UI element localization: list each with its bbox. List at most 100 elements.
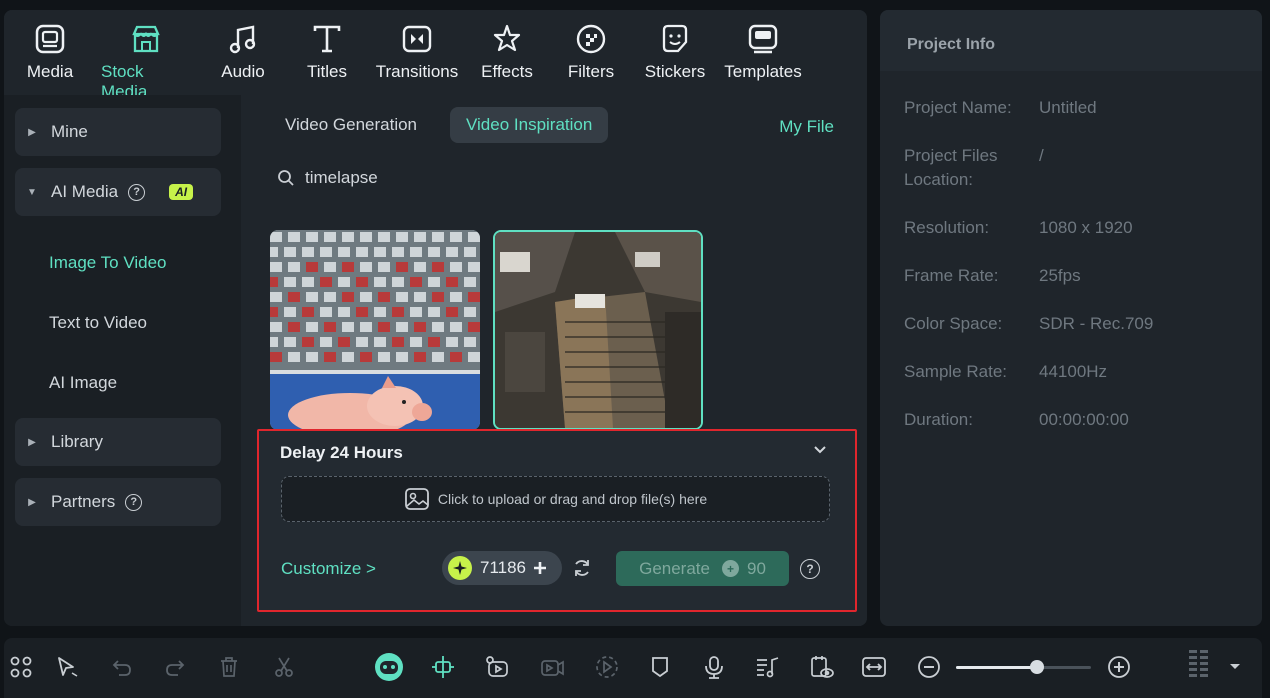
credits-value: 71186 bbox=[480, 558, 527, 577]
refresh-icon[interactable] bbox=[572, 558, 592, 578]
transitions-icon bbox=[402, 25, 432, 53]
video-effects-icon[interactable] bbox=[539, 654, 565, 680]
sidebar-item-image-to-video[interactable]: Image To Video bbox=[49, 253, 167, 273]
toolbar-label: Filters bbox=[567, 62, 615, 81]
video-thumbnail-selected[interactable] bbox=[493, 230, 703, 430]
toolbar-titles[interactable]: Titles bbox=[282, 22, 372, 82]
effects-icon bbox=[493, 24, 521, 52]
toolbar-label: Stickers bbox=[644, 62, 706, 81]
stickers-icon bbox=[662, 24, 688, 53]
stock-media-icon bbox=[132, 25, 160, 53]
help-icon[interactable]: ? bbox=[800, 559, 820, 579]
caret-right-icon: ▶ bbox=[28, 126, 36, 138]
caret-right-icon: ▶ bbox=[28, 436, 36, 448]
toolbar-media[interactable]: Media bbox=[5, 22, 95, 82]
microphone-icon[interactable] bbox=[701, 654, 727, 680]
project-info-header: Project Info bbox=[880, 10, 1262, 71]
credits-balance[interactable]: 71186 bbox=[442, 551, 562, 585]
fit-width-icon[interactable] bbox=[861, 654, 887, 680]
info-label: Duration: bbox=[904, 410, 973, 429]
sidebar-item-ai-media[interactable]: ▼ AI Media ? AI bbox=[15, 168, 221, 216]
info-value: 44100Hz bbox=[1039, 362, 1108, 381]
zoom-slider-fill bbox=[956, 666, 1037, 669]
credit-icon bbox=[448, 556, 472, 580]
caret-down-icon[interactable] bbox=[1222, 654, 1248, 680]
templates-icon bbox=[748, 24, 778, 54]
zoom-slider-handle[interactable] bbox=[1030, 660, 1044, 674]
toolbar-stock-media[interactable]: Stock Media bbox=[101, 22, 191, 102]
info-label: Resolution: bbox=[904, 218, 990, 237]
tab-video-generation[interactable]: Video Generation bbox=[269, 107, 433, 143]
generate-panel: Delay 24 Hours Click to upload or drag a… bbox=[257, 429, 857, 612]
add-credits-icon[interactable] bbox=[533, 561, 547, 575]
toolbar-effects[interactable]: Effects bbox=[462, 22, 552, 82]
zoom-in-icon[interactable] bbox=[1106, 654, 1132, 680]
zoom-slider[interactable] bbox=[956, 660, 1091, 674]
search-bar[interactable]: timelapse bbox=[277, 168, 378, 188]
filters-icon bbox=[576, 24, 606, 54]
upload-text: Click to upload or drag and drop file(s)… bbox=[437, 491, 708, 507]
info-value: 25fps bbox=[1039, 266, 1081, 285]
marker-icon[interactable] bbox=[647, 654, 673, 680]
video-thumbnail[interactable] bbox=[270, 230, 480, 430]
select-tool-icon[interactable] bbox=[54, 654, 80, 680]
template-title: Delay 24 Hours bbox=[280, 443, 403, 462]
image-upload-icon bbox=[404, 488, 429, 510]
info-value: 1080 x 1920 bbox=[1039, 218, 1133, 237]
zoom-out-icon[interactable] bbox=[916, 654, 942, 680]
chevron-down-icon[interactable] bbox=[813, 445, 827, 455]
toolbar-label: Templates bbox=[724, 62, 802, 81]
toolbar-filters[interactable]: Filters bbox=[546, 22, 636, 82]
caret-right-icon: ▶ bbox=[28, 496, 36, 508]
scissors-icon[interactable] bbox=[271, 654, 297, 680]
tab-video-inspiration[interactable]: Video Inspiration bbox=[450, 107, 609, 143]
info-label: Project Name: bbox=[904, 98, 1012, 117]
toolbar-label: Audio bbox=[221, 62, 265, 81]
sidebar-item-mine[interactable]: ▶ Mine bbox=[15, 108, 221, 156]
project-info-panel: Project Info Project Name: Untitled Proj… bbox=[880, 10, 1262, 626]
grid-menu-icon[interactable] bbox=[8, 654, 34, 680]
info-label: Color Space: bbox=[904, 314, 1003, 333]
my-file-link[interactable]: My File bbox=[779, 117, 834, 137]
customize-link[interactable]: Customize > bbox=[281, 559, 376, 579]
timeline-toolbar bbox=[4, 638, 1262, 698]
sidebar-item-label: Library bbox=[51, 432, 103, 451]
undo-icon[interactable] bbox=[109, 654, 135, 680]
generate-button[interactable]: Generate + 90 bbox=[616, 551, 789, 586]
help-icon[interactable]: ? bbox=[128, 183, 146, 201]
sidebar-item-label: Mine bbox=[51, 122, 88, 141]
ai-video-icon[interactable] bbox=[484, 654, 510, 680]
toolbar-audio[interactable]: Audio bbox=[198, 22, 288, 82]
city-aerial-image bbox=[495, 232, 701, 428]
toolbar-transitions[interactable]: Transitions bbox=[372, 22, 462, 82]
sidebar-item-label: AI Media bbox=[51, 182, 119, 201]
info-label: Sample Rate: bbox=[904, 362, 1007, 381]
sidebar-item-library[interactable]: ▶ Library bbox=[15, 418, 221, 466]
redo-icon[interactable] bbox=[162, 654, 188, 680]
toolbar-stickers[interactable]: Stickers bbox=[630, 22, 720, 82]
track-height-icon[interactable] bbox=[1184, 650, 1214, 680]
toolbar-templates[interactable]: Templates bbox=[718, 22, 808, 82]
sidebar-item-label: Partners bbox=[51, 492, 116, 511]
preview-render-icon[interactable] bbox=[808, 654, 834, 680]
upload-dropzone[interactable]: Click to upload or drag and drop file(s)… bbox=[281, 476, 830, 522]
sidebar: ▶ Mine ▼ AI Media ? AI Image To Video Te… bbox=[4, 95, 241, 626]
search-input[interactable]: timelapse bbox=[305, 168, 378, 188]
snap-icon[interactable] bbox=[430, 654, 456, 680]
media-icon bbox=[35, 24, 65, 54]
toolbar-label: Effects bbox=[481, 62, 533, 81]
credit-cost-icon: + bbox=[721, 560, 739, 577]
sidebar-item-partners[interactable]: ▶ Partners ? bbox=[15, 478, 221, 526]
info-value: SDR - Rec.709 bbox=[1039, 314, 1154, 333]
info-value: Untitled bbox=[1039, 98, 1097, 117]
help-icon[interactable]: ? bbox=[125, 493, 143, 511]
ai-assistant-icon[interactable] bbox=[374, 652, 404, 682]
music-list-icon[interactable] bbox=[754, 654, 780, 680]
playback-icon[interactable] bbox=[594, 654, 620, 680]
generate-label: Generate bbox=[639, 558, 710, 578]
delete-icon[interactable] bbox=[216, 654, 242, 680]
titles-icon bbox=[313, 25, 341, 53]
sidebar-item-ai-image[interactable]: AI Image bbox=[49, 373, 117, 393]
sidebar-item-text-to-video[interactable]: Text to Video bbox=[49, 313, 147, 333]
search-icon bbox=[278, 170, 294, 186]
